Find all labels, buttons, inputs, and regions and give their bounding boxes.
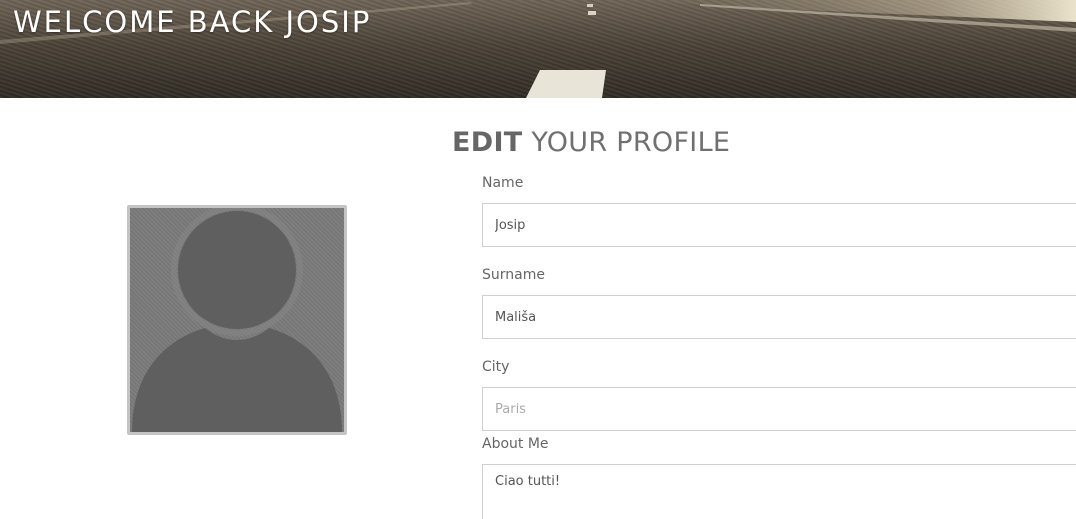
name-input[interactable] <box>482 203 1076 247</box>
hero-banner: WELCOME BACK JOSIP <box>0 0 1076 98</box>
about-me-textarea[interactable]: Ciao tutti! <box>482 464 1076 519</box>
welcome-title: WELCOME BACK JOSIP <box>13 5 372 39</box>
default-user-silhouette-icon <box>132 208 342 432</box>
surname-label: Surname <box>482 267 545 283</box>
city-label: City <box>482 359 510 375</box>
name-label: Name <box>482 175 524 191</box>
edit-profile-page: WELCOME BACK JOSIP EDIT YOUR PROFILE Nam… <box>0 0 1076 519</box>
page-title-rest: YOUR PROFILE <box>522 127 731 158</box>
page-title: EDIT YOUR PROFILE <box>452 127 730 158</box>
page-title-bold: EDIT <box>452 127 523 158</box>
profile-avatar[interactable] <box>127 205 347 435</box>
surname-input[interactable] <box>482 295 1076 339</box>
about-me-label: About Me <box>482 436 549 452</box>
city-input[interactable] <box>482 387 1076 431</box>
